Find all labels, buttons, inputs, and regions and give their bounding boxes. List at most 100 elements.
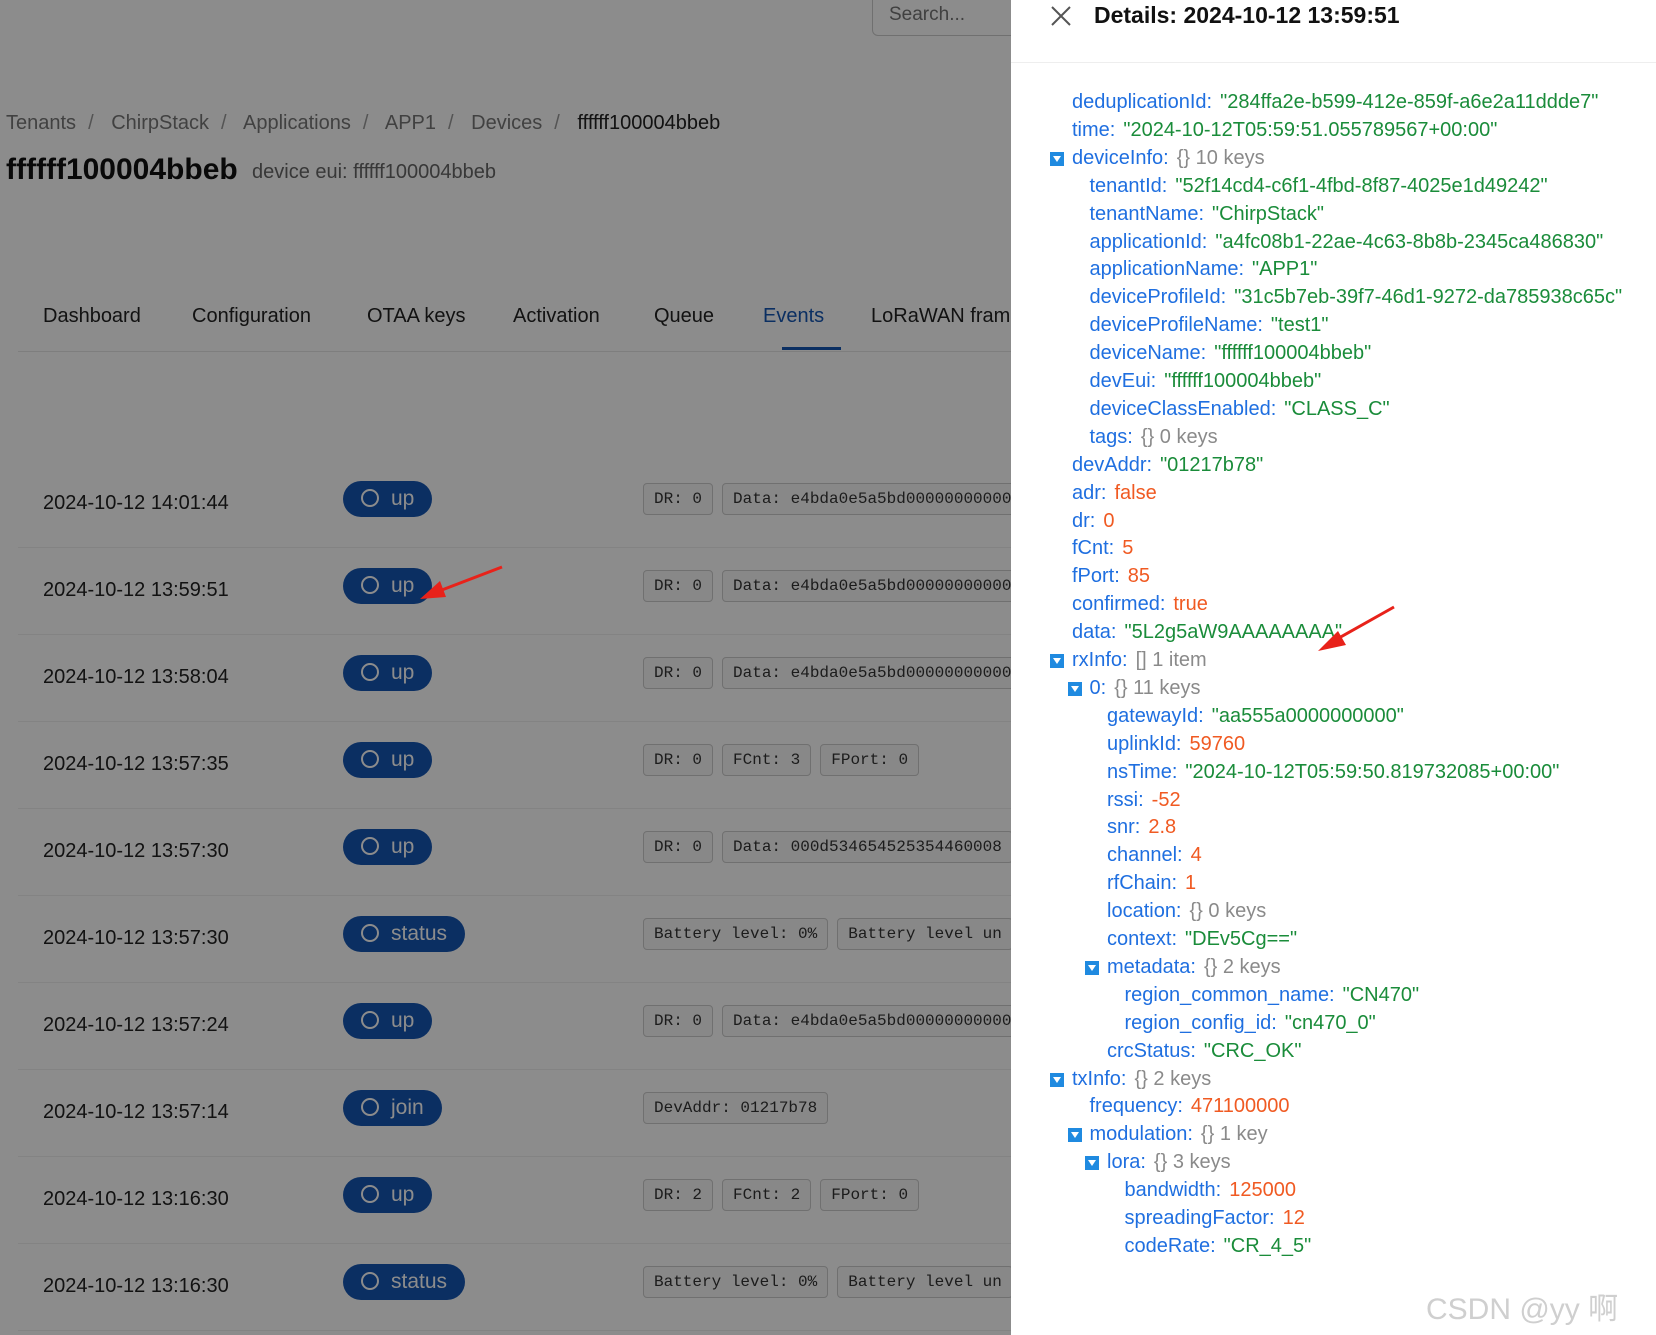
json-key: spreadingFactor: — [1124, 1207, 1275, 1229]
caret-down-icon[interactable] — [1085, 1156, 1099, 1171]
json-key: deviceInfo: — [1072, 146, 1169, 169]
annotation-arrow-icon — [420, 565, 503, 599]
json-value: 2.8 — [1148, 816, 1177, 839]
json-key: dr: — [1072, 509, 1096, 532]
json-line: confirmed: true — [1072, 590, 1208, 619]
json-line: gatewayId: "aa555a0000000000" — [1107, 702, 1404, 731]
json-value: 12 — [1282, 1207, 1305, 1229]
json-key: tenantId: — [1089, 174, 1168, 197]
json-line: channel: 4 — [1107, 841, 1202, 870]
json-key: fPort: — [1072, 565, 1120, 588]
json-line: devAddr: "01217b78" — [1072, 451, 1263, 480]
json-line[interactable]: txInfo: {} 2 keys — [1050, 1065, 1211, 1094]
json-value: {} 2 keys — [1203, 955, 1281, 978]
json-line: fPort: 85 — [1072, 562, 1150, 591]
json-value: false — [1114, 481, 1157, 504]
json-line: uplinkId: 59760 — [1107, 730, 1245, 759]
json-value: "aa555a0000000000" — [1211, 704, 1404, 727]
json-line[interactable]: deviceInfo: {} 10 keys — [1050, 144, 1265, 173]
json-value: "ChirpStack" — [1212, 202, 1325, 225]
json-value: 85 — [1127, 565, 1151, 588]
json-key: codeRate: — [1124, 1234, 1216, 1257]
json-line: rfChain: 1 — [1107, 869, 1196, 898]
json-line: snr: 2.8 — [1107, 813, 1176, 842]
json-value: "01217b78" — [1160, 453, 1264, 476]
json-line: nsTime: "2024-10-12T05:59:50.819732085+00… — [1107, 758, 1559, 787]
json-value: {} 10 keys — [1176, 146, 1265, 169]
drawer-title: Details: 2024-10-12 13:59:51 — [1094, 2, 1400, 28]
caret-down-icon[interactable] — [1067, 1128, 1082, 1143]
json-line: applicationName: "APP1" — [1090, 255, 1318, 284]
json-key: context: — [1107, 928, 1178, 950]
json-key: time: — [1072, 118, 1116, 141]
json-line: tags: {} 0 keys — [1090, 423, 1218, 452]
json-line: devEui: "ffffff100004bbeb" — [1090, 367, 1322, 396]
json-key: bandwidth: — [1124, 1179, 1222, 1202]
json-value: 5 — [1122, 537, 1134, 560]
json-line: deviceName: "ffffff100004bbeb" — [1090, 339, 1372, 368]
json-line: location: {} 0 keys — [1107, 897, 1266, 926]
json-value: 125000 — [1229, 1179, 1296, 1202]
json-key: rssi: — [1107, 788, 1144, 811]
json-line[interactable]: modulation: {} 1 key — [1067, 1120, 1268, 1149]
json-key: deviceClassEnabled: — [1089, 397, 1277, 420]
json-key: location: — [1107, 900, 1182, 923]
json-key: modulation: — [1089, 1123, 1193, 1146]
json-line: context: "DEv5Cg==" — [1107, 925, 1297, 954]
json-value: {} 1 key — [1200, 1123, 1268, 1146]
json-line: deviceProfileName: "test1" — [1090, 311, 1329, 340]
json-key: region_common_name: — [1124, 983, 1335, 1006]
json-key: gatewayId: — [1107, 704, 1204, 727]
caret-down-icon[interactable] — [1050, 151, 1064, 166]
json-line[interactable]: 0: {} 11 keys — [1067, 674, 1201, 703]
json-key: metadata: — [1107, 955, 1196, 978]
watermark: CSDN @yy 啊 — [1426, 1293, 1619, 1326]
json-line: deduplicationId: "284ffa2e-b599-412e-859f… — [1072, 88, 1598, 117]
json-value: 0 — [1103, 509, 1115, 532]
caret-down-icon[interactable] — [1067, 681, 1082, 696]
json-value: "CLASS_C" — [1284, 397, 1390, 420]
json-value: "5L2g5aW9AAAAAAAA" — [1124, 621, 1343, 644]
json-value: 471100000 — [1190, 1095, 1290, 1118]
json-key: confirmed: — [1072, 593, 1166, 616]
json-value: "ffffff100004bbeb" — [1214, 342, 1372, 365]
json-value: "DEv5Cg==" — [1185, 928, 1298, 950]
json-line: applicationId: "a4fc08b1-22ae-4c63-8b8b-2… — [1090, 228, 1604, 257]
json-line: spreadingFactor: 12 — [1125, 1204, 1305, 1233]
json-value: 1 — [1185, 872, 1197, 895]
modal-overlay[interactable] — [0, 0, 1011, 1335]
json-line[interactable]: metadata: {} 2 keys — [1085, 953, 1281, 982]
json-value: {} 11 keys — [1114, 676, 1201, 699]
json-key: applicationName: — [1089, 258, 1245, 281]
json-line: deviceClassEnabled: "CLASS_C" — [1090, 395, 1390, 424]
details-drawer: Details: 2024-10-12 13:59:51 deduplicati… — [1011, 0, 1656, 1335]
json-line: codeRate: "CR_4_5" — [1125, 1232, 1312, 1261]
caret-down-icon[interactable] — [1085, 960, 1099, 975]
json-key: channel: — [1107, 844, 1183, 867]
json-key: adr: — [1072, 481, 1107, 504]
json-value: "CR_4_5" — [1223, 1234, 1312, 1257]
json-key: applicationId: — [1089, 230, 1208, 253]
json-value: "ffffff100004bbeb" — [1164, 370, 1322, 392]
json-value: "CRC_OK" — [1203, 1039, 1302, 1062]
caret-down-icon[interactable] — [1050, 1072, 1064, 1087]
json-line: crcStatus: "CRC_OK" — [1107, 1037, 1301, 1066]
json-key: crcStatus: — [1107, 1039, 1196, 1062]
json-key: nsTime: — [1107, 760, 1178, 783]
json-line[interactable]: rxInfo: [] 1 item — [1050, 646, 1207, 675]
json-key: data: — [1072, 621, 1117, 644]
json-value: {} 3 keys — [1153, 1151, 1231, 1174]
json-line: dr: 0 — [1072, 507, 1114, 536]
json-value: "APP1" — [1252, 258, 1318, 281]
json-key: devAddr: — [1072, 453, 1153, 476]
close-icon[interactable] — [1049, 4, 1073, 28]
json-key: tenantName: — [1089, 202, 1205, 225]
json-key: snr: — [1107, 816, 1141, 839]
json-line: bandwidth: 125000 — [1125, 1176, 1297, 1205]
json-key: uplinkId: — [1107, 732, 1182, 755]
caret-down-icon[interactable] — [1050, 654, 1064, 668]
json-value: 59760 — [1189, 732, 1246, 755]
json-value: "cn470_0" — [1284, 1011, 1376, 1034]
json-line[interactable]: lora: {} 3 keys — [1085, 1148, 1231, 1177]
json-value: true — [1173, 593, 1208, 616]
